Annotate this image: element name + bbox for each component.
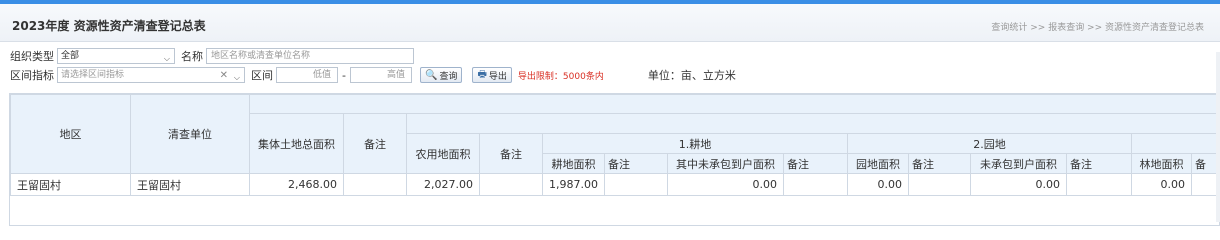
low-value-input[interactable]: 低值 (276, 67, 338, 83)
header-total-area[interactable]: 集体土地总面积 (249, 113, 344, 174)
printer-icon: 🖶 (477, 68, 487, 80)
header-region[interactable]: 地区 (10, 94, 131, 174)
org-type-value: 全部 (61, 51, 80, 61)
range-indicator-label: 区间指标 (10, 69, 54, 82)
range-indicator-placeholder: 请选择区间指标 (61, 70, 125, 80)
cell-farmland-remark (604, 173, 668, 196)
header-group-garden[interactable]: 2.园地 (847, 133, 1132, 154)
chevron-down-icon: ⌵ (233, 73, 240, 82)
cell-agri-remark (479, 173, 543, 196)
header-garden-uncontracted[interactable]: 未承包到户面积 (970, 153, 1067, 174)
chevron-down-icon: ⌵ (163, 54, 170, 63)
header-forest-area[interactable]: 林地面积 (1131, 153, 1192, 174)
header-agri-spacer (406, 113, 1219, 134)
data-grid: 地区 清查单位 集体土地总面积 备注 农用地面积 备注 1.耕地 2.园地 耕地… (9, 93, 1220, 226)
summary-table: 地区 清查单位 集体土地总面积 备注 农用地面积 备注 1.耕地 2.园地 耕地… (10, 94, 1219, 196)
org-type-label: 组织类型 (10, 50, 54, 63)
org-type-select[interactable]: 全部 ⌵ (57, 48, 175, 64)
cell-garden-uncontracted: 0.00 (970, 173, 1067, 196)
cell-garden-area: 0.00 (847, 173, 909, 196)
page-title: 2023年度 资源性资产清查登记总表 (12, 19, 206, 33)
filter-row-2: 区间指标 请选择区间指标 ✕ ⌵ 区间 低值 - 高值 🔍 查询 🖶 导出 导出… (10, 66, 736, 84)
range-indicator-select[interactable]: 请选择区间指标 ✕ ⌵ (57, 67, 245, 83)
header-garden-area[interactable]: 园地面积 (847, 153, 909, 174)
cell-total-area: 2,468.00 (249, 173, 344, 196)
cell-garden-uncontracted-remark (1066, 173, 1132, 196)
header-farmland-remark[interactable]: 备注 (604, 153, 668, 174)
cell-region: 王留固村 (10, 173, 131, 196)
search-icon: 🔍 (424, 69, 438, 81)
header-unit[interactable]: 清查单位 (130, 94, 250, 174)
high-value-input[interactable]: 高值 (349, 67, 412, 83)
cell-forest-area: 0.00 (1131, 173, 1192, 196)
cell-farmland-uncontracted: 0.00 (667, 173, 784, 196)
header-group-farmland[interactable]: 1.耕地 (542, 133, 848, 154)
header-garden-remark[interactable]: 备注 (908, 153, 971, 174)
export-button-label: 导出 (488, 71, 507, 82)
filter-row-1: 组织类型 全部 ⌵ 名称 地区名称或清查单位名称 (10, 47, 414, 65)
query-button[interactable]: 🔍 查询 (419, 67, 463, 83)
interval-label: 区间 (251, 69, 273, 82)
cell-unit: 王留固村 (130, 173, 250, 196)
table-row[interactable]: 王留固村 王留固村 2,468.00 2,027.00 1,987.00 0.0… (10, 173, 1219, 196)
query-button-label: 查询 (439, 71, 458, 82)
header-agri-remark[interactable]: 备注 (479, 133, 543, 174)
vertical-scrollbar[interactable] (1216, 52, 1220, 222)
cell-farmland-uncontracted-remark (783, 173, 848, 196)
header-total-remark[interactable]: 备注 (343, 113, 407, 174)
header-spacer (249, 94, 1219, 114)
clear-icon[interactable]: ✕ (220, 69, 228, 83)
name-label: 名称 (181, 50, 203, 63)
export-limit-text: 导出限制：5000条内 (517, 71, 604, 82)
export-button[interactable]: 🖶 导出 (472, 67, 512, 83)
breadcrumb: 查询统计 >> 报表查询 >> 资源性资产清查登记总表 (991, 23, 1204, 33)
header-group-forest (1131, 133, 1219, 154)
cell-total-remark (343, 173, 407, 196)
cell-agri-area: 2,027.00 (406, 173, 480, 196)
header-farmland-uncontracted-remark[interactable]: 备注 (783, 153, 848, 174)
header-agri-area[interactable]: 农用地面积 (406, 133, 480, 174)
unit-text: 单位：亩、立方米 (647, 69, 736, 82)
header-farmland-uncontracted[interactable]: 其中未承包到户面积 (667, 153, 784, 174)
page-header: 2023年度 资源性资产清查登记总表 查询统计 >> 报表查询 >> 资源性资产… (0, 4, 1220, 42)
header-garden-uncontracted-remark[interactable]: 备注 (1066, 153, 1132, 174)
name-input[interactable]: 地区名称或清查单位名称 (206, 48, 414, 64)
header-farmland-area[interactable]: 耕地面积 (542, 153, 605, 174)
range-dash: - (342, 68, 346, 82)
cell-garden-remark (908, 173, 971, 196)
cell-farmland-area: 1,987.00 (542, 173, 605, 196)
